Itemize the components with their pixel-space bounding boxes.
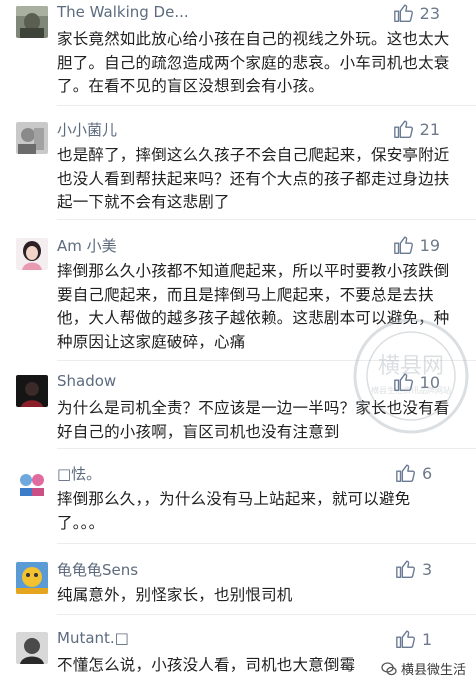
divider	[57, 614, 476, 615]
like-button[interactable]: 19	[393, 234, 440, 256]
divider	[57, 448, 476, 449]
comment-text: 为什么是司机全责？不应该是一边一半吗？家长也没有看好自己的小孩啊，盲区司机也没有…	[57, 399, 450, 441]
like-count: 1	[422, 629, 433, 649]
avatar[interactable]	[16, 6, 48, 38]
girl-avatar-icon	[16, 238, 48, 270]
cartoon-avatar-icon	[16, 466, 48, 498]
like-count: 23	[419, 3, 440, 23]
like-button[interactable]: 6	[395, 462, 440, 484]
avatar[interactable]	[16, 466, 48, 498]
zombie-avatar-icon	[16, 6, 48, 38]
avatar[interactable]	[16, 632, 48, 664]
comment-username[interactable]: Am 小美	[57, 235, 357, 256]
comment-text: 摔倒那么久，，为什么没有马上站起来，就可以避免了。。。	[57, 490, 411, 532]
like-button[interactable]: 1	[395, 628, 440, 650]
thumbs-up-icon	[396, 630, 416, 648]
comment-text: 纯属意外，别怪家长，也别恨司机	[57, 586, 293, 604]
divider	[57, 219, 476, 220]
grey-photo-avatar-icon	[16, 122, 48, 154]
thumbs-up-icon	[393, 4, 413, 22]
thumbs-up-icon	[393, 373, 413, 391]
like-button[interactable]: 3	[395, 558, 440, 580]
thumbs-up-icon	[393, 120, 413, 138]
divider	[57, 360, 476, 361]
comment-username[interactable]: The Walking De...	[57, 3, 357, 21]
thumbs-up-icon	[393, 236, 413, 254]
like-button[interactable]: 21	[393, 118, 440, 140]
avatar[interactable]	[16, 122, 48, 154]
brand-text: 横县微生活	[400, 663, 466, 678]
comment-username[interactable]: Mutant.□	[57, 629, 357, 647]
comment-username[interactable]: □怯。	[57, 463, 357, 484]
avatar[interactable]	[16, 238, 48, 270]
divider	[57, 105, 476, 106]
comment-username[interactable]: 龟龟龟Sens	[57, 559, 357, 580]
wechat-icon	[381, 661, 397, 675]
like-count: 19	[419, 235, 440, 255]
comment-username[interactable]: 小小菌儿	[57, 119, 357, 140]
divider	[57, 543, 476, 544]
bw-avatar-icon	[16, 632, 48, 664]
comment-text: 摔倒那么久小孩都不知道爬起来，所以平时要教小孩跌倒要自己爬起来，而且是摔倒马上爬…	[57, 262, 450, 351]
avatar[interactable]	[16, 375, 48, 407]
like-count: 21	[419, 119, 440, 139]
like-count: 10	[419, 372, 440, 392]
avatar[interactable]	[16, 562, 48, 594]
dark-avatar-icon	[16, 375, 48, 407]
comment-text: 家长竟然如此放心给小孩在自己的视线之外玩。这也太大胆了。自己的疏忽造成两个家庭的…	[57, 30, 450, 95]
like-button[interactable]: 23	[393, 2, 440, 24]
like-count: 3	[422, 559, 433, 579]
like-count: 6	[422, 463, 433, 483]
like-button[interactable]: 10	[393, 371, 440, 393]
brand-label: 横县微生活	[381, 659, 466, 678]
yellow-avatar-icon	[16, 562, 48, 594]
comment-text: 也是醉了，摔倒这么久孩子不会自己爬起来，保安亭附近也没人看到帮扶起来吗？还有个大…	[57, 146, 450, 211]
thumbs-up-icon	[396, 464, 416, 482]
thumbs-up-icon	[396, 560, 416, 578]
comment-username[interactable]: Shadow	[57, 372, 357, 390]
